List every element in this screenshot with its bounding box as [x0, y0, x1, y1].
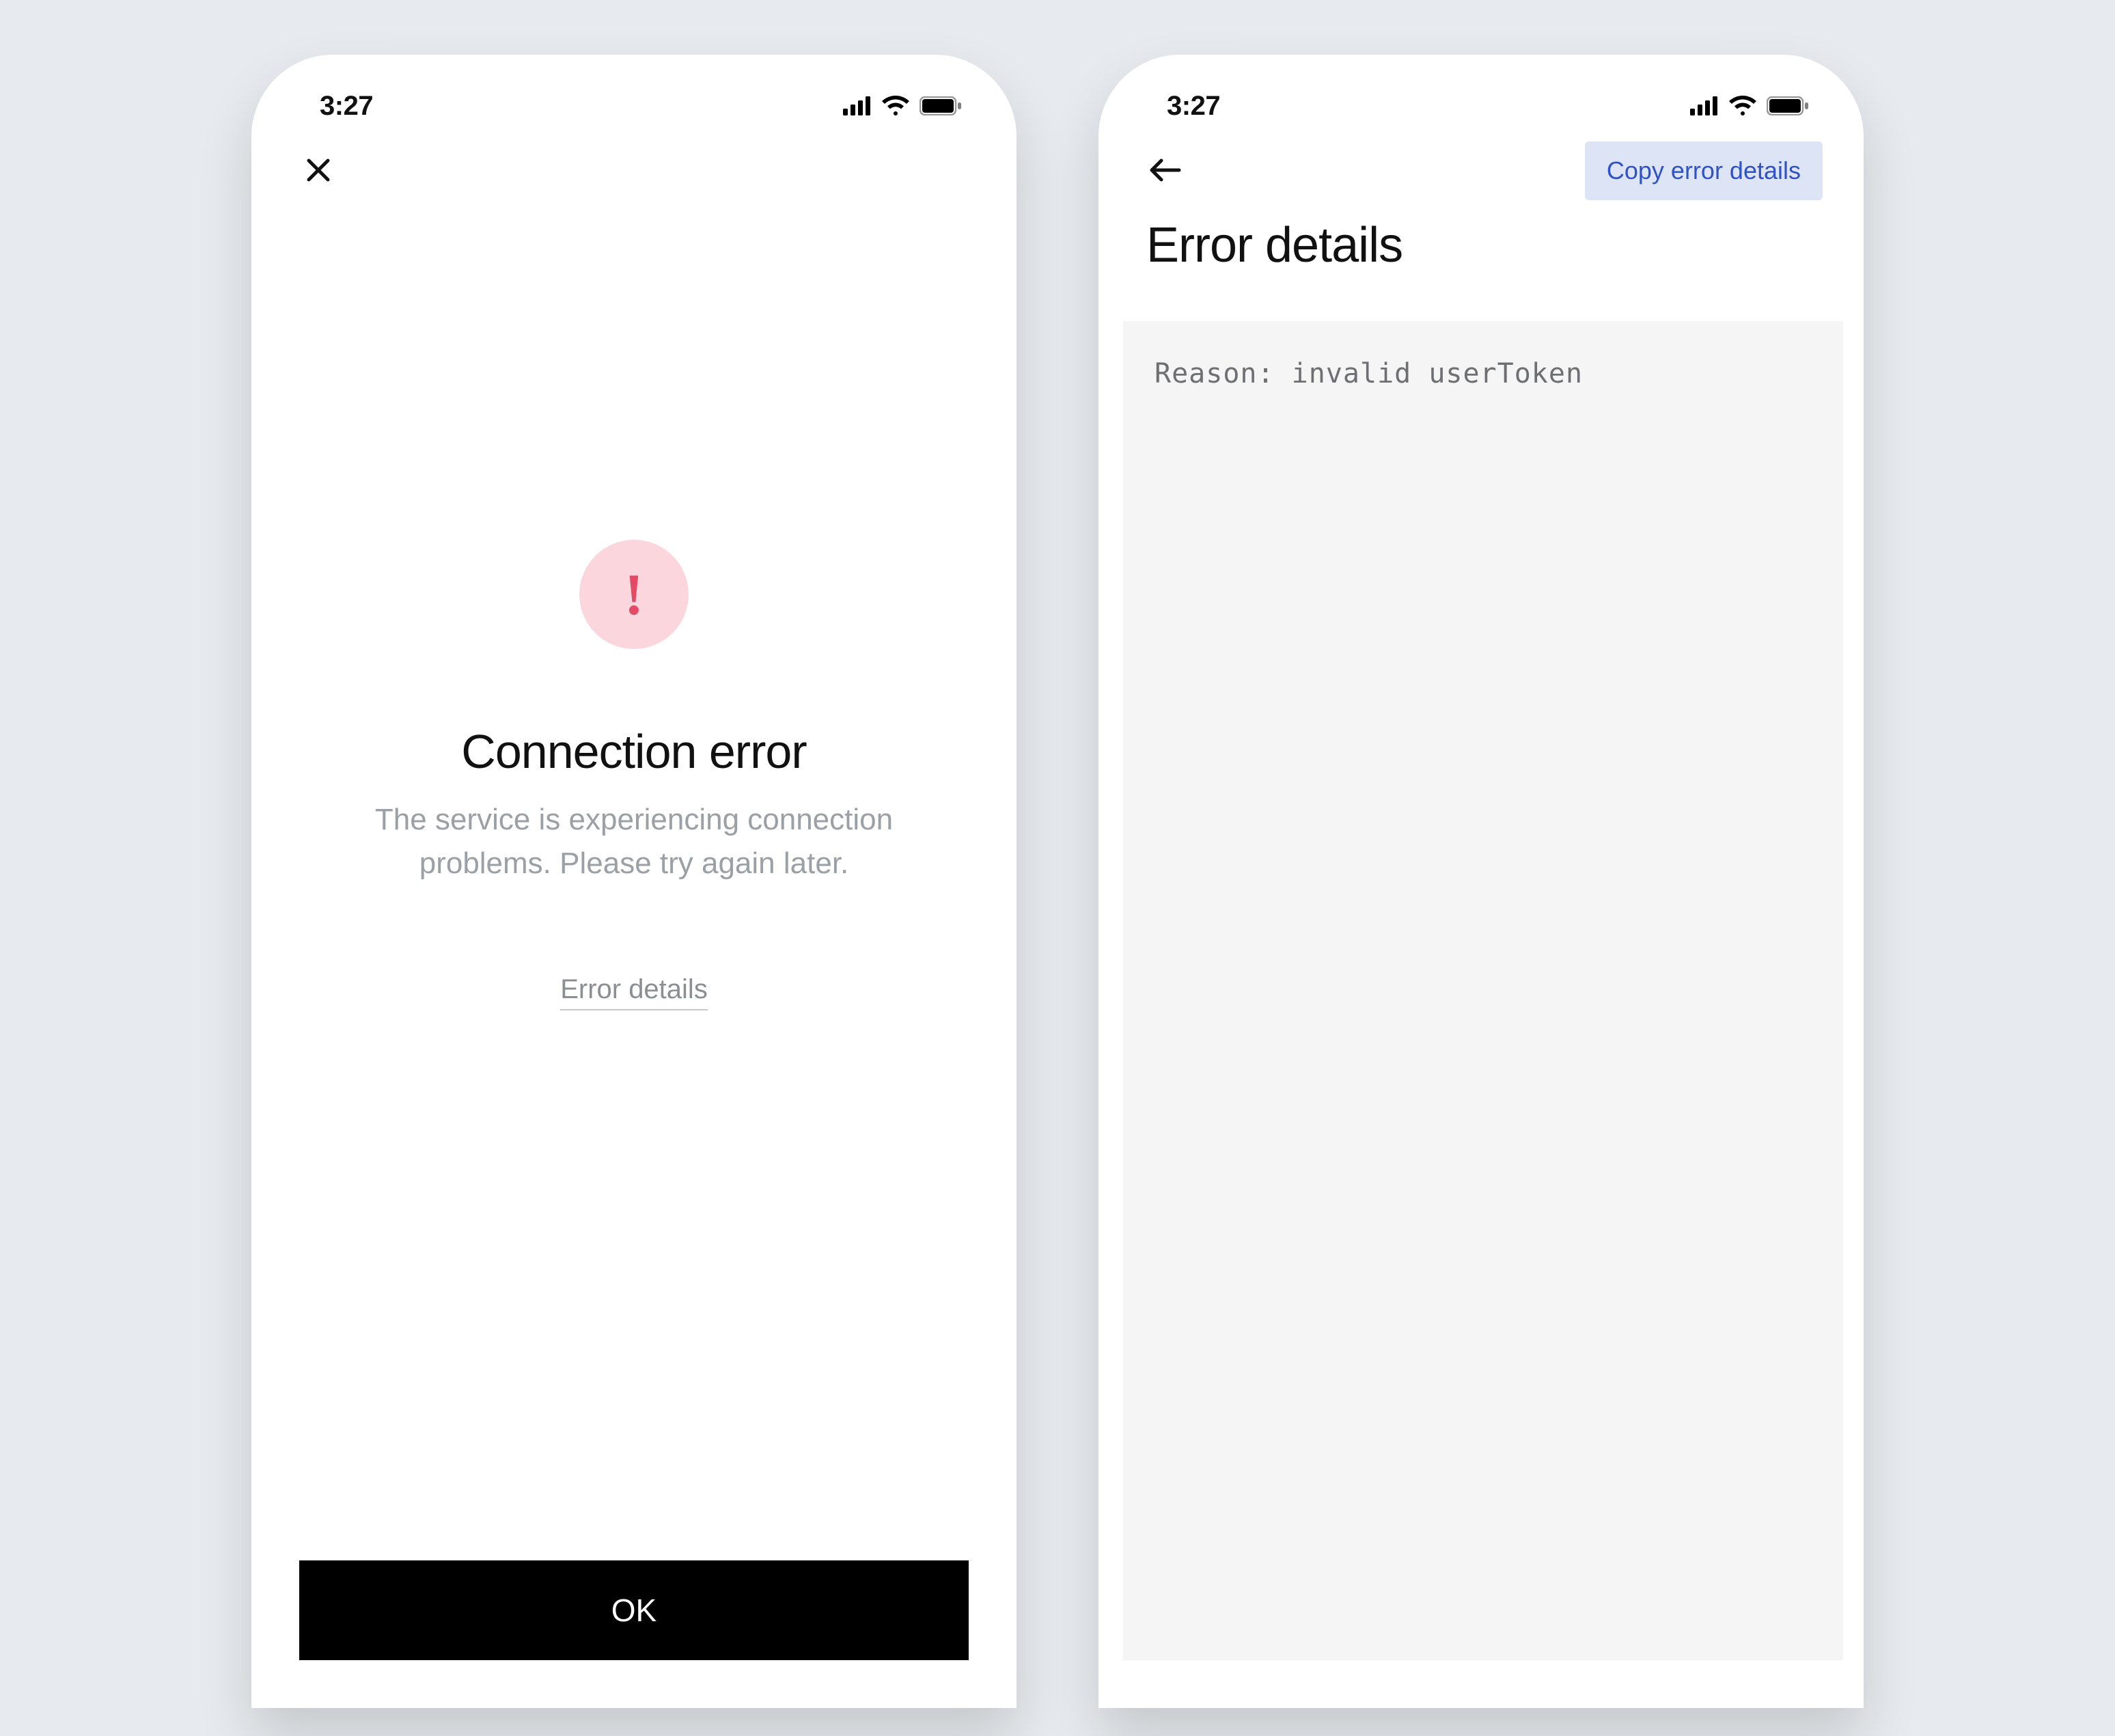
back-arrow-icon — [1149, 156, 1182, 186]
status-icons — [1690, 96, 1809, 116]
close-icon — [305, 156, 332, 186]
alert-badge: ! — [579, 540, 689, 649]
error-code-block: Reason: invalid userToken — [1123, 321, 1843, 1660]
battery-icon — [1767, 96, 1809, 115]
nav-bar: Copy error details — [1098, 130, 1864, 212]
status-icons — [843, 96, 962, 116]
battery-icon — [920, 96, 962, 115]
wifi-icon — [1728, 96, 1757, 116]
wifi-icon — [881, 96, 910, 116]
status-bar: 3:27 — [251, 55, 1017, 130]
error-code-text: Reason: invalid userToken — [1155, 358, 1812, 389]
error-heading: Connection error — [461, 724, 806, 779]
status-time: 3:27 — [1167, 91, 1220, 122]
phone-connection-error: 3:27 ! — [251, 55, 1017, 1708]
cellular-signal-icon — [1690, 96, 1719, 115]
close-button[interactable] — [298, 150, 339, 191]
error-body: The service is experiencing connection p… — [320, 798, 948, 885]
back-button[interactable] — [1145, 150, 1186, 191]
phone-error-details: 3:27 Copy error details Error — [1098, 55, 1864, 1708]
copy-error-details-button[interactable]: Copy error details — [1585, 141, 1823, 200]
page-title: Error details — [1098, 212, 1864, 273]
details-body: Reason: invalid userToken — [1098, 273, 1864, 1708]
ok-button[interactable]: OK — [299, 1560, 969, 1660]
status-time: 3:27 — [320, 91, 373, 122]
error-details-link[interactable]: Error details — [560, 974, 708, 1010]
bottom-actions: OK — [251, 1560, 1017, 1708]
exclamation-icon: ! — [624, 565, 644, 624]
nav-bar — [251, 130, 1017, 212]
error-content: ! Connection error The service is experi… — [251, 212, 1017, 1560]
cellular-signal-icon — [843, 96, 872, 115]
status-bar: 3:27 — [1098, 55, 1864, 130]
